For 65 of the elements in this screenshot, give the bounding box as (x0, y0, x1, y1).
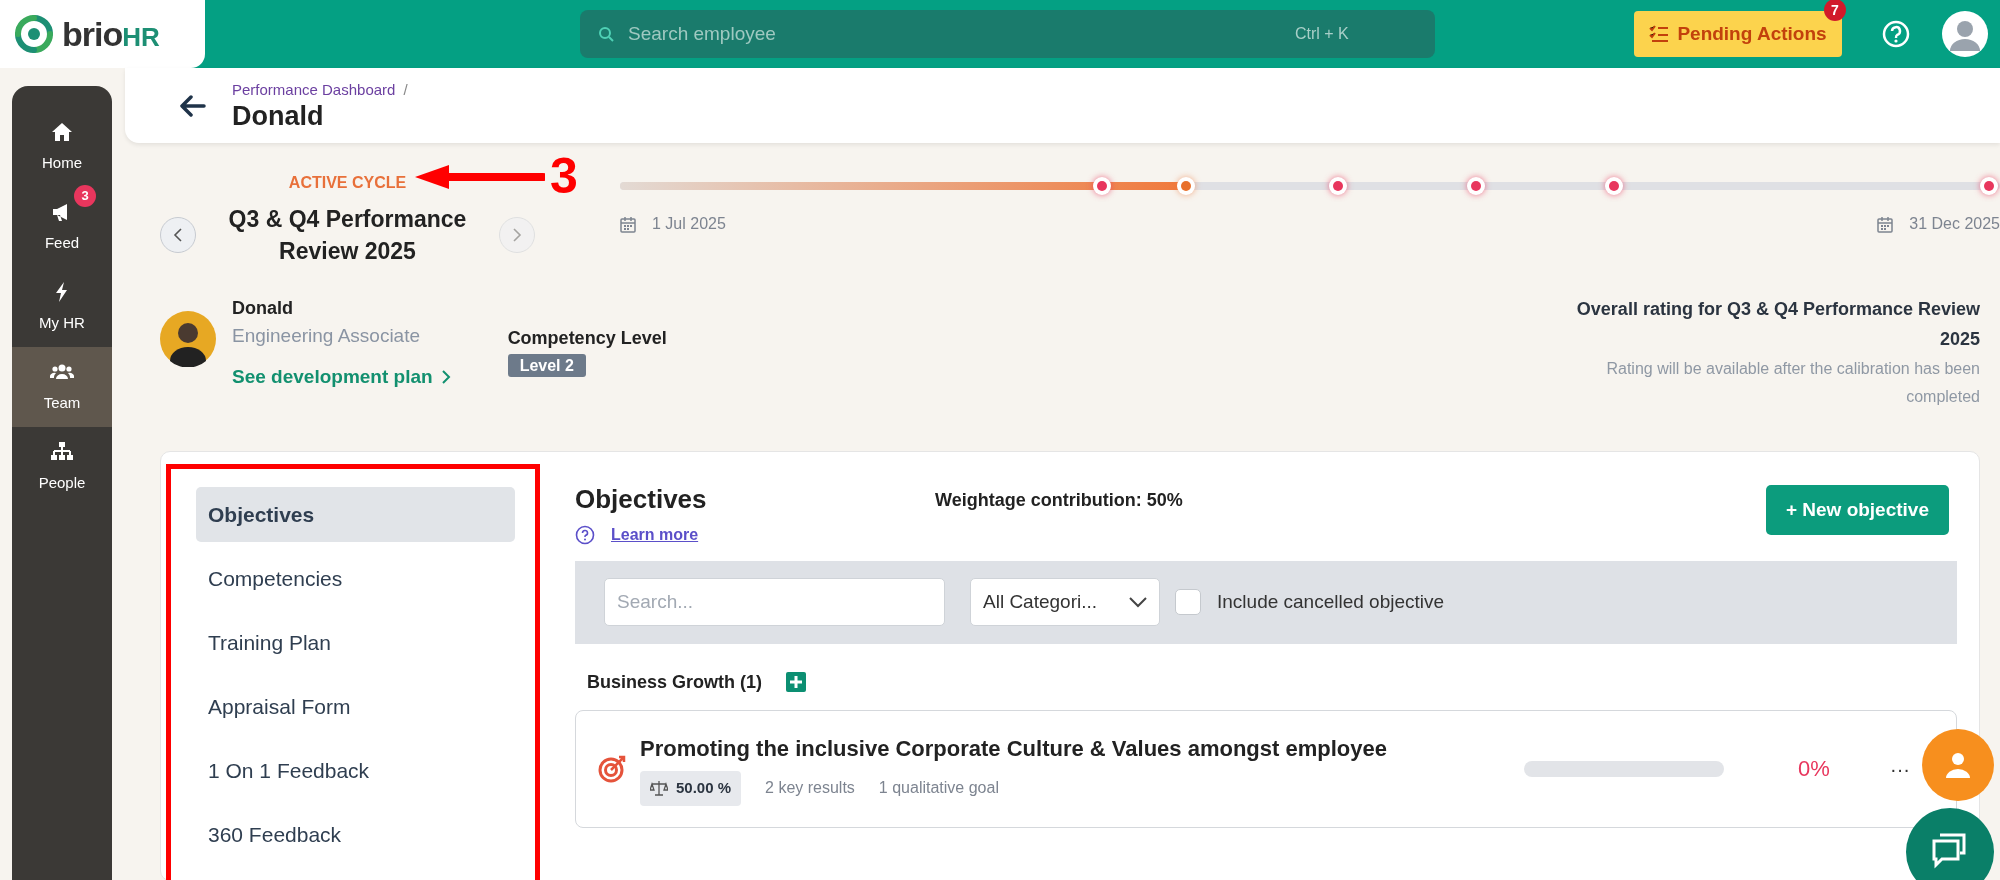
qualitative-goal-count: 1 qualitative goal (878, 778, 999, 799)
nav-item[interactable]: My HR (12, 267, 112, 347)
logo-icon (14, 14, 54, 54)
nav-item[interactable]: Team (12, 347, 112, 427)
person-icon (1943, 750, 1973, 780)
breadcrumb-separator: / (403, 80, 408, 101)
help-icon (575, 524, 595, 545)
group-title: Business Growth (1) (587, 670, 763, 694)
target-icon (598, 754, 626, 783)
notification-badge: 3 (74, 185, 96, 207)
section-title: Objectives (575, 484, 708, 514)
help-icon[interactable] (1882, 20, 1910, 48)
chat-fab[interactable] (1906, 808, 1994, 880)
search-field[interactable]: Search employee (580, 10, 1270, 58)
scale-icon (650, 780, 668, 797)
page-title: Donald (232, 101, 325, 132)
logo-text: brioHR (62, 13, 160, 55)
nav-item[interactable]: Feed 3 (12, 187, 112, 267)
avatar-icon (160, 311, 216, 368)
employee-role: Engineering Associate (232, 324, 421, 349)
checkbox[interactable] (1175, 589, 1201, 616)
caret-icon (1129, 596, 1147, 608)
category-dropdown[interactable]: All Categori... (970, 578, 1160, 627)
section-tab[interactable]: Competencies (196, 550, 515, 606)
weightage-text: Weightage contribution: 50% (935, 488, 1183, 512)
start-date: 1 Jul 2025 (652, 214, 726, 234)
previous-button[interactable] (160, 217, 196, 254)
section-tab[interactable]: Objectives (196, 486, 515, 542)
calendar-icon (620, 215, 636, 233)
rating-title: Overall rating for Q3 & Q4 Performance Review 2025 (1575, 298, 1980, 352)
shortcut-hint: Ctrl + K (1270, 10, 1435, 58)
end-date: 31 Dec 2025 (1909, 214, 2000, 234)
checklist-icon (1649, 25, 1670, 43)
weight-tag: 50.00 % (640, 771, 742, 806)
development-plan-link[interactable]: See development plan (232, 362, 451, 392)
search-icon (598, 26, 614, 42)
more-menu-button[interactable]: ··· (1884, 752, 1916, 785)
nav-item[interactable]: People (12, 427, 112, 507)
section-tab[interactable]: Training Plan (196, 614, 515, 670)
cycle-title: Q3 & Q4 Performance Review 2025 (227, 205, 468, 267)
progress-percent: 0% (1797, 755, 1831, 784)
add-icon[interactable] (786, 672, 807, 693)
calendar-icon (1877, 215, 1894, 233)
chevron-right-icon (512, 227, 522, 244)
section-tab[interactable]: 1 On 1 Feedback (196, 742, 515, 798)
competency-label: Competency Level (507, 327, 667, 351)
section-tab[interactable]: 360 Feedback (196, 806, 515, 862)
notification-badge: 7 (1824, 0, 1846, 21)
chevron-left-icon (173, 227, 183, 244)
back-arrow-icon[interactable] (180, 94, 206, 117)
annotation-number: 3 (550, 151, 578, 201)
objective-title[interactable]: Promoting the inclusive Corporate Culture & Values amongst employee (640, 732, 1387, 765)
cycle-status: ACTIVE CYCLE (288, 173, 407, 193)
learn-more-link[interactable]: Learn more (611, 522, 699, 547)
rating-note: Rating will be available after the calibration has been completed (1605, 358, 1980, 407)
nav-item[interactable]: Home (12, 107, 112, 187)
checkbox-label: Include cancelled objective (1217, 590, 1445, 614)
avatar-icon[interactable] (1942, 11, 1988, 57)
breadcrumb-link[interactable]: Performance Dashboard (232, 79, 396, 102)
section-tab[interactable]: Appraisal Form (196, 678, 515, 734)
employee-name: Donald (232, 297, 294, 321)
level-tag: Level 2 (507, 354, 586, 378)
search-field[interactable]: Search... (604, 578, 945, 627)
chevron-right-icon (440, 369, 451, 386)
key-results-count: 2 key results (765, 778, 855, 799)
